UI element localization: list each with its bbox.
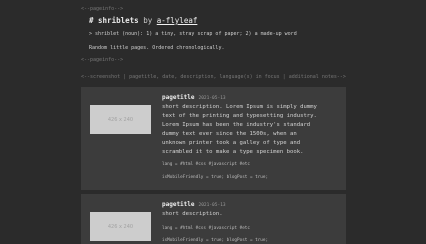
card-description-line: short description. Lorem Ipsum is simply… [162, 104, 317, 110]
site-tagline: > shriblet (noun): 1) a tiny, stray scra… [89, 31, 297, 37]
site-name: shriblets [98, 16, 139, 25]
legend-comment: <--screenshot | pagetitle, date, descrip… [81, 74, 346, 80]
card-date: 2021-05-13 [198, 96, 226, 101]
page-card[interactable]: 426 x 240 pagetitle 2021-05-13 short desc… [81, 194, 346, 244]
card-languages: lang = #html #css #javascript #etc [162, 226, 250, 231]
pageinfo-comment-open: <--pageinfo--> [81, 6, 124, 12]
page-card[interactable]: 426 x 240 pagetitle 2021-05-13 short desc… [81, 87, 346, 190]
site-title: # shriblets by a-flyleaf [89, 16, 197, 25]
card-heading: pagetitle 2021-05-13 [162, 94, 226, 101]
card-flags: isMobileFriendly = true; blogPost = true… [162, 238, 269, 243]
pageinfo-comment-close: <--pageinfo--> [81, 57, 124, 63]
card-languages: lang = #html #css #javascript #etc [162, 162, 250, 167]
card-description: short description. [162, 210, 342, 219]
card-description-line: dummy text ever since the 1500s, when an [162, 130, 297, 137]
card-title[interactable]: pagetitle [162, 201, 195, 208]
card-description-line: Lorem Ipsum has been the industry's stan… [162, 121, 311, 128]
screenshot-placeholder[interactable]: 426 x 240 [90, 212, 151, 241]
card-date: 2021-05-13 [198, 203, 226, 208]
card-title[interactable]: pagetitle [162, 94, 195, 101]
card-description: short description. Lorem Ipsum is simply… [162, 103, 342, 156]
by-text: by [143, 16, 153, 25]
card-description-line: short description. [162, 211, 223, 217]
card-description-line: unknown printer took a galley of type an… [162, 139, 301, 146]
card-heading: pagetitle 2021-05-13 [162, 201, 226, 208]
site-description: Random little pages. Ordered chronologic… [89, 45, 225, 51]
card-description-line: scrambled it to make a type specimen boo… [162, 148, 304, 155]
author-link[interactable]: a-flyleaf [157, 16, 198, 25]
screenshot-placeholder[interactable]: 426 x 240 [90, 105, 151, 134]
hash-mark: # [89, 16, 94, 25]
card-description-line: text of the printing and typesetting ind… [162, 112, 317, 119]
card-flags: isMobileFriendly = true; blogPost = true… [162, 175, 269, 180]
